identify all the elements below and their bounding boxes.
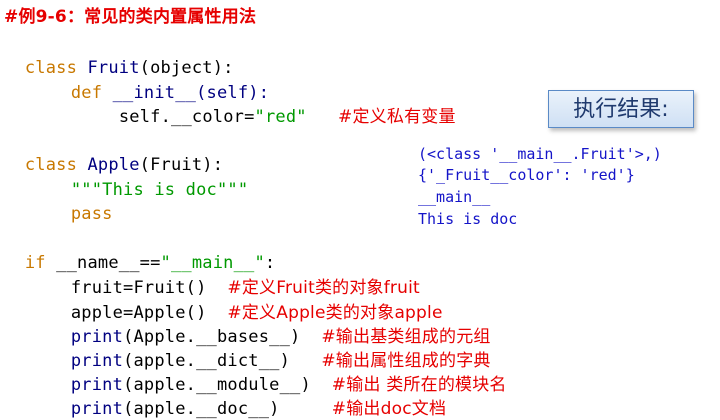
code-line-13: print(apple.__doc__) #输出doc文档 [50,376,446,420]
output-line-2: {'_Fruit__color': 'red'} [418,166,635,184]
output-line-3: __main__ [418,188,491,206]
code-line-6: pass [50,181,113,225]
code-line-3: self.__color="red" #定义私有变量 [98,84,456,128]
code-text: self.__color= [118,107,255,127]
comment: #输出doc文档 [331,399,447,419]
string-literal: "red" [254,107,307,127]
output-line-1: (<class '__main__.Fruit'>,) [418,145,662,163]
keyword: if [24,253,46,273]
result-label: 执行结果: [548,90,694,128]
output-line-4: This is doc [418,210,518,228]
code-text: (apple.__doc__) [123,399,280,419]
example-heading: #例9-6：常见的类内置属性用法 [4,7,257,27]
keyword: pass [70,204,113,224]
keyword: print [70,399,124,419]
comment: #定义私有变量 [338,107,456,127]
